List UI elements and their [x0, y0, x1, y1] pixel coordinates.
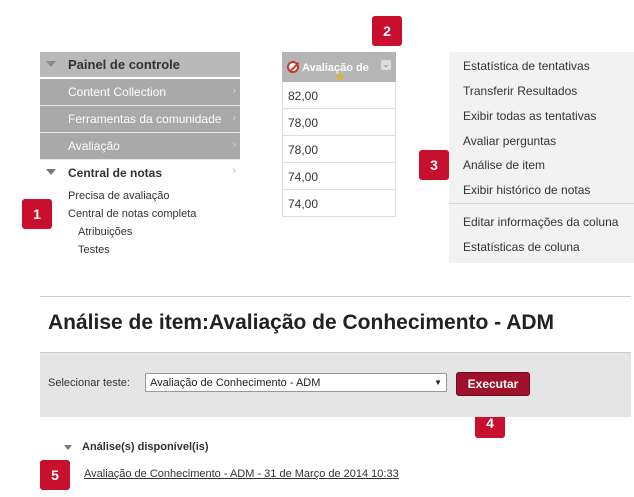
menu-item-grade-history[interactable]: Exibir histórico de notas	[463, 183, 590, 197]
chevron-right-icon: ›	[232, 165, 236, 177]
menu-item-view-all-attempts[interactable]: Exibir todas as tentativas	[463, 109, 596, 123]
dropdown-arrow-icon: ▼	[434, 378, 442, 387]
run-button[interactable]: Executar	[456, 372, 530, 396]
menu-item-edit-column-info[interactable]: Editar informações da coluna	[463, 215, 618, 229]
menu-item-download-results[interactable]: Transferir Resultados	[463, 84, 577, 98]
chevron-right-icon: ›	[232, 139, 236, 151]
grade-cell[interactable]: 74,00	[282, 163, 396, 190]
grade-cell[interactable]: 82,00	[282, 82, 396, 109]
menu-item-attempt-statistics[interactable]: Estatística de tentativas	[463, 59, 590, 73]
column-menu-chevron-icon[interactable]: ⌄	[381, 60, 391, 70]
control-panel-title: Painel de controle	[68, 57, 180, 72]
sidebar-subitem-tests[interactable]: Testes	[78, 244, 110, 256]
page-title-bar: Análise de item:Avaliação de Conheciment…	[40, 296, 631, 353]
chevron-right-icon: ›	[232, 112, 236, 124]
test-select-bar: Selecionar teste: Avaliação de Conhecime…	[40, 353, 631, 417]
menu-divider	[449, 203, 634, 204]
sidebar-subitem-assignments[interactable]: Atribuições	[78, 226, 132, 238]
sidebar-item-content-collection[interactable]: Content Collection ›	[40, 79, 240, 106]
test-select-value: Avaliação de Conhecimento - ADM	[150, 377, 321, 389]
expand-triangle-icon	[46, 169, 56, 175]
page-title: Análise de item:Avaliação de Conheciment…	[48, 311, 555, 334]
no-entry-icon	[287, 61, 299, 73]
menu-item-grade-questions[interactable]: Avaliar perguntas	[463, 134, 556, 148]
collapse-triangle-icon	[46, 61, 56, 67]
menu-item-item-analysis[interactable]: Análise de item	[463, 158, 545, 172]
sidebar-item-label: Content Collection	[68, 85, 167, 99]
grade-cell[interactable]: 78,00	[282, 136, 396, 163]
sidebar-item-label: Avaliação	[68, 139, 120, 153]
select-test-label: Selecionar teste:	[48, 377, 130, 389]
grade-cell[interactable]: 74,00	[282, 190, 396, 217]
sidebar-item-grade-center[interactable]: Central de notas ›	[40, 162, 240, 184]
menu-item-column-statistics[interactable]: Estatísticas de coluna	[463, 240, 580, 254]
sidebar-item-label: Ferramentas da comunidade	[68, 112, 222, 126]
sidebar-subitem-needs-grading[interactable]: Precisa de avaliação	[68, 190, 170, 202]
step-badge-3: 3	[419, 150, 449, 180]
step-badge-1: 1	[22, 199, 52, 229]
sidebar-item-evaluation[interactable]: Avaliação ›	[40, 133, 240, 160]
grade-column-header[interactable]: Avaliação de ✱ ⌄	[282, 52, 396, 82]
control-panel-header[interactable]: Painel de controle	[40, 52, 240, 78]
sidebar-item-community-tools[interactable]: Ferramentas da comunidade ›	[40, 106, 240, 133]
sidebar-subitem-full-grade-center[interactable]: Central de notas completa	[68, 208, 196, 220]
step-badge-5: 5	[40, 460, 70, 490]
sidebar-item-label: Central de notas	[68, 166, 163, 180]
step-badge-2: 2	[372, 16, 402, 46]
grade-cell[interactable]: 78,00	[282, 109, 396, 136]
test-select[interactable]: Avaliação de Conhecimento - ADM ▼	[145, 373, 447, 392]
analysis-report-link[interactable]: Avaliação de Conhecimento - ADM - 31 de …	[84, 468, 399, 480]
column-context-menu: Estatística de tentativas Transferir Res…	[449, 52, 634, 263]
collapse-triangle-icon[interactable]	[64, 445, 72, 450]
chevron-right-icon: ›	[232, 85, 236, 97]
available-analyses-header: Análise(s) disponível(is)	[82, 441, 209, 453]
